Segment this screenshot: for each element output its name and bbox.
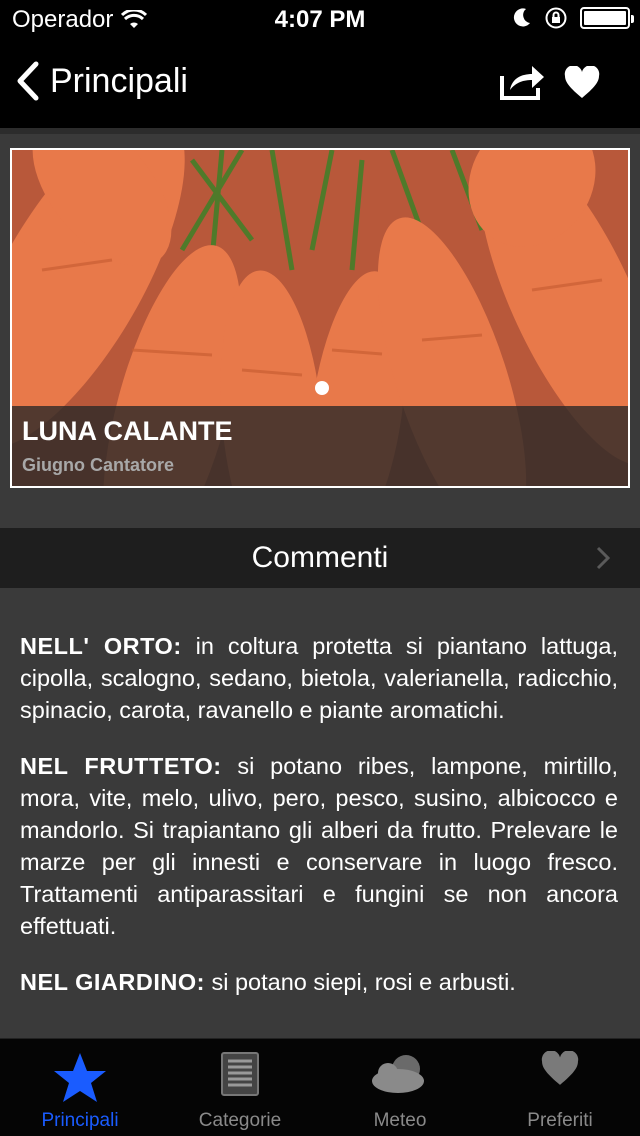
back-label: Principali [50, 61, 188, 100]
comments-label: Commenti [251, 541, 389, 574]
tab-label: Categorie [198, 1110, 282, 1131]
separator [0, 128, 640, 134]
hero-subtitle: Giugno Cantatore [22, 455, 174, 475]
share-button[interactable] [498, 62, 546, 107]
weather-icon [372, 1055, 424, 1093]
article-paragraph: NEL FRUTTETO: si potano ribes, lampone, … [20, 750, 618, 942]
favorite-button[interactable] [564, 65, 600, 105]
status-bar: Operador 4:07 PM [0, 0, 640, 40]
paragraph-heading: NELL' ORTO: [20, 633, 182, 659]
article-paragraph: NEL GIARDINO: si potano siepi, rosi e ar… [20, 966, 618, 998]
rotation-lock-icon [545, 7, 567, 29]
chevron-left-icon [17, 61, 39, 101]
share-icon [500, 66, 544, 100]
comments-row[interactable]: Commenti [0, 528, 640, 588]
navigation-bar: Principali [0, 40, 640, 128]
tab-principali[interactable]: Principali [0, 1039, 160, 1136]
article-paragraph: NELL' ORTO: in coltura protetta si piant… [20, 630, 618, 726]
tab-categorie[interactable]: Categorie [160, 1039, 320, 1136]
tab-bar: Principali Categorie Meteo Preferiti [0, 1038, 640, 1136]
heart-icon [541, 1051, 579, 1085]
tab-label: Principali [41, 1110, 119, 1131]
tab-meteo[interactable]: Meteo [320, 1039, 480, 1136]
article-body: NELL' ORTO: in coltura protetta si piant… [20, 630, 618, 1022]
star-icon [54, 1053, 106, 1102]
battery-icon [580, 7, 634, 29]
hero-caption: LUNA CALANTE Giugno Cantatore [12, 406, 628, 486]
heart-icon [564, 65, 600, 98]
tab-label: Preferiti [527, 1110, 593, 1131]
page-indicator-dot [315, 381, 329, 395]
list-icon [221, 1052, 259, 1096]
hero-carousel[interactable]: LUNA CALANTE Giugno Cantatore [10, 148, 630, 488]
tab-preferiti[interactable]: Preferiti [480, 1039, 640, 1136]
paragraph-heading: NEL GIARDINO: [20, 969, 205, 995]
moon-icon [513, 8, 530, 27]
status-right [512, 6, 634, 30]
paragraph-text: si potano ribes, lampone, mirtillo, mora… [20, 753, 618, 939]
battery-fill [584, 11, 626, 25]
chevron-right-icon [596, 546, 610, 570]
paragraph-text: si potano siepi, rosi e arbusti. [204, 969, 516, 995]
back-button[interactable]: Principali [14, 60, 188, 102]
tab-label: Meteo [373, 1110, 427, 1131]
hero-title: LUNA CALANTE [22, 416, 233, 446]
paragraph-heading: NEL FRUTTETO: [20, 753, 222, 779]
